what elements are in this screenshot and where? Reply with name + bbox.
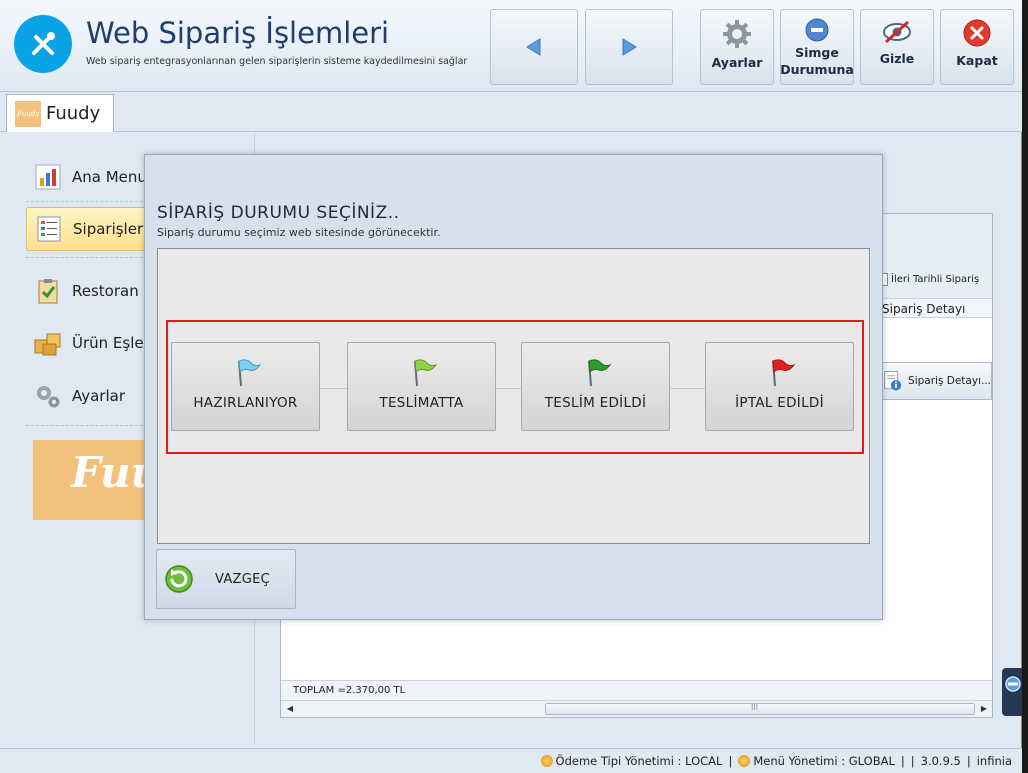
cancel-label: VAZGEÇ (215, 571, 271, 587)
future-order-label: İleri Tarihli Sipariş (891, 274, 980, 285)
tab-strip: Fuudy Fuudy (0, 92, 1022, 132)
close-button[interactable]: Kapat (940, 9, 1014, 85)
vendor-label: infinia (976, 754, 1012, 768)
close-label: Kapat (956, 53, 998, 68)
list-icon (35, 215, 63, 243)
app-window: Web Sipariş İşlemleri Web sipariş entegr… (0, 0, 1022, 773)
cutlery-icon (14, 15, 72, 73)
total-label: TOPLAM =2.370,00 TL (281, 680, 992, 700)
flag-light-blue-icon (237, 359, 261, 387)
status-delivering-button[interactable]: TESLİMATTA (347, 342, 496, 431)
status-label: TESLİMATTA (379, 395, 464, 411)
remote-support-icon (1005, 676, 1021, 692)
coin-icon (540, 755, 553, 767)
minimize-label: Simge Durumuna (780, 44, 854, 78)
minimize-label-line2: Durumuna (780, 62, 854, 77)
status-label: İPTAL EDİLDİ (735, 395, 824, 411)
hide-button[interactable]: Gizle (860, 9, 934, 85)
status-cancelled-button[interactable]: İPTAL EDİLDİ (705, 342, 854, 431)
minus-circle-icon (805, 18, 829, 42)
settings-label: Ayarlar (711, 55, 763, 70)
scroll-grip: III (751, 703, 759, 712)
header: Web Sipariş İşlemleri Web sipariş entegr… (0, 0, 1022, 92)
dialog-title: SİPARİŞ DURUMU SEÇİNİZ.. (157, 203, 400, 223)
order-detail-button[interactable]: Sipariş Detayı... (878, 362, 992, 400)
horizontal-scrollbar[interactable]: ◀ III ▶ (281, 700, 992, 717)
back-button[interactable] (490, 9, 578, 85)
flag-light-green-icon (413, 359, 437, 387)
gear-icon (723, 20, 751, 48)
tab-label: Fuudy (46, 103, 101, 124)
separator: | (966, 754, 971, 768)
tab-fuudy[interactable]: Fuudy Fuudy (6, 94, 114, 132)
document-info-icon (884, 371, 902, 391)
scroll-right-icon[interactable]: ▶ (978, 703, 990, 715)
close-icon (963, 19, 991, 47)
status-preparing-button[interactable]: HAZIRLANIYOR (171, 342, 320, 431)
separator: | (900, 754, 905, 768)
menu-mgmt-status[interactable]: Menü Yönetimi : GLOBAL (753, 754, 895, 768)
status-delivered-button[interactable]: TESLİM EDİLDİ (521, 342, 670, 431)
status-label: TESLİM EDİLDİ (544, 395, 647, 411)
clipboard-check-icon (34, 277, 62, 305)
hide-label: Gizle (879, 51, 915, 66)
order-status-dialog: SİPARİŞ DURUMU SEÇİNİZ.. Sipariş durumu … (144, 154, 883, 620)
status-options-panel: HAZIRLANIYOR TESLİMATTA TESLİM EDİLDİ İP… (157, 248, 870, 544)
status-label: HAZIRLANIYOR (193, 395, 298, 411)
bar-chart-icon (34, 163, 62, 191)
version-label: 3.0.9.5 (920, 754, 961, 768)
minimize-label-line1: Simge (795, 45, 839, 60)
sidebar-item-label: Ana Menu (72, 168, 147, 186)
boxes-icon (34, 329, 62, 357)
forward-button[interactable] (585, 9, 673, 85)
side-handle[interactable] (1002, 668, 1022, 716)
app-subtitle: Web sipariş entegrasyonlarınan gelen sip… (86, 56, 468, 67)
hidden-eye-icon (883, 20, 911, 44)
cancel-button[interactable]: VAZGEÇ (156, 549, 296, 609)
gears-icon (34, 382, 62, 410)
sidebar-item-label: Siparişler (73, 220, 144, 238)
separator: | (728, 754, 733, 768)
flag-green-icon (587, 359, 611, 387)
sidebar-item-label: Ürün Eşleş (72, 334, 152, 352)
settings-button[interactable]: Ayarlar (700, 9, 774, 85)
payment-type-status[interactable]: Ödeme Tipi Yönetimi : LOCAL (556, 754, 723, 768)
arrow-right-icon (622, 38, 637, 56)
flag-red-icon (771, 359, 795, 387)
app-title: Web Sipariş İşlemleri (86, 16, 390, 50)
separator: | (910, 754, 915, 768)
arrow-left-icon (526, 38, 541, 56)
sidebar-item-label: Ayarlar (72, 387, 126, 405)
scrollbar-thumb[interactable]: III (545, 703, 975, 715)
scroll-left-icon[interactable]: ◀ (284, 703, 296, 715)
refresh-arrow-icon (165, 565, 193, 593)
dialog-subtitle: Sipariş durumu seçimiz web sitesinde gör… (157, 226, 441, 239)
minimize-to-tray-button[interactable]: Simge Durumuna (780, 9, 854, 85)
order-detail-label: Sipariş Detayı... (908, 375, 991, 387)
status-bar: Ödeme Tipi Yönetimi : LOCAL | Menü Yönet… (0, 748, 1022, 773)
fuudy-logo: Fuudy (15, 100, 41, 127)
column-header-order-detail[interactable]: Sipariş Detayı (878, 298, 992, 318)
coin-icon (738, 755, 751, 767)
